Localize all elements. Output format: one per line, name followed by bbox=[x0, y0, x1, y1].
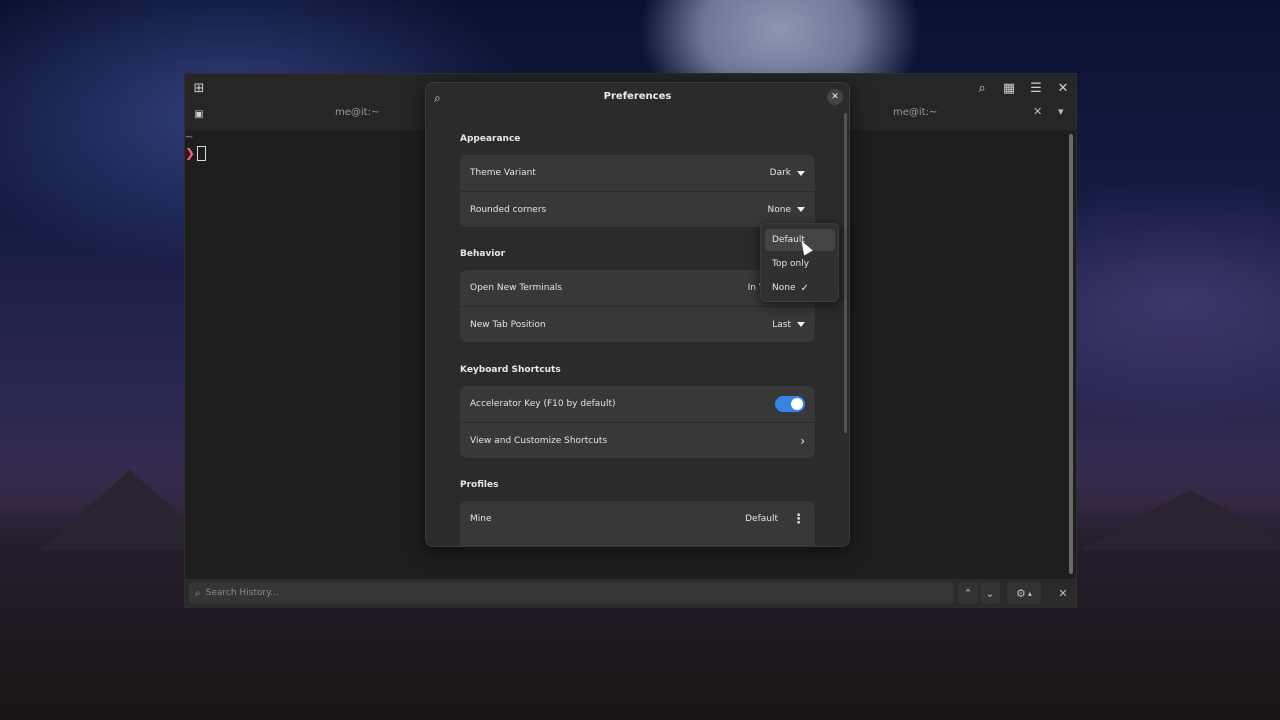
theme-variant-label: Theme Variant bbox=[470, 168, 536, 178]
prompt-arrow: ❯ bbox=[185, 146, 196, 160]
window-close-button[interactable]: ✕ bbox=[1053, 78, 1073, 98]
section-title-keyboard-shortcuts: Keyboard Shortcuts bbox=[460, 365, 561, 375]
terminal-scrollbar[interactable] bbox=[1069, 134, 1073, 574]
search-options-button[interactable]: ⚙ ▴ bbox=[1007, 582, 1041, 604]
rounded-corners-value: None bbox=[767, 204, 791, 215]
history-search-placeholder: Search History... bbox=[205, 588, 279, 598]
theme-variant-dropdown[interactable]: Dark bbox=[770, 168, 805, 178]
toggle-knob bbox=[791, 398, 803, 410]
tab-2-close-icon[interactable]: ✕ bbox=[1033, 105, 1042, 118]
search-button[interactable]: ⌕ bbox=[972, 78, 992, 98]
theme-variant-row[interactable]: Theme Variant Dark bbox=[460, 155, 815, 191]
rounded-corners-popover: Default Top only None ✓ bbox=[760, 223, 839, 302]
profile-row-mine[interactable]: Mine Default ⋮ bbox=[460, 501, 815, 537]
profile-default-badge: Default ⋮ bbox=[745, 512, 805, 527]
search-previous-button[interactable]: ⌃ bbox=[958, 582, 978, 604]
wallpaper-mountain-right bbox=[1080, 490, 1280, 550]
search-next-button[interactable]: ⌄ bbox=[980, 582, 1000, 604]
preferences-scrollbar[interactable] bbox=[844, 113, 847, 433]
caret-up-icon: ▴ bbox=[1027, 588, 1032, 598]
caret-down-icon bbox=[797, 322, 805, 327]
chevron-right-icon: › bbox=[800, 433, 805, 448]
view-shortcuts-label: View and Customize Shortcuts bbox=[470, 435, 608, 446]
keyboard-shortcuts-card: Accelerator Key (F10 by default) View an… bbox=[460, 386, 815, 458]
appearance-card: Theme Variant Dark Rounded corners None bbox=[460, 155, 815, 227]
tab-overview-button[interactable]: ▦ bbox=[999, 78, 1019, 98]
preferences-title: Preferences bbox=[603, 91, 672, 102]
preferences-dialog: ⌕ Preferences ✕ Appearance Theme Variant… bbox=[425, 82, 850, 547]
section-title-behavior: Behavior bbox=[460, 249, 506, 259]
tab-list-chevron-down-icon[interactable]: ▾ bbox=[1058, 105, 1064, 118]
new-tab-position-dropdown[interactable]: Last bbox=[772, 320, 805, 330]
search-icon: ⌕ bbox=[195, 587, 201, 599]
rounded-corners-dropdown[interactable]: None bbox=[768, 205, 805, 215]
main-menu-button[interactable]: ☰ bbox=[1026, 78, 1046, 98]
search-icon: ⌕ bbox=[978, 80, 986, 96]
close-icon: ✕ bbox=[1058, 586, 1068, 600]
open-new-terminals-label: Open New Terminals bbox=[470, 283, 563, 293]
new-tab-position-value: Last bbox=[772, 319, 791, 330]
checkmark-icon: ✓ bbox=[800, 282, 809, 294]
new-tab-button[interactable]: ⊞ bbox=[189, 78, 209, 98]
search-close-button[interactable]: ✕ bbox=[1053, 582, 1073, 604]
caret-down-icon bbox=[797, 207, 805, 212]
prompt-cwd: ~ bbox=[185, 132, 194, 143]
preferences-close-button[interactable]: ✕ bbox=[827, 89, 843, 105]
history-search-bar: ⌕ Search History... ⌃ ⌄ ⚙ ▴ ✕ bbox=[185, 579, 1076, 607]
plus-square-icon: ⊞ bbox=[193, 80, 205, 96]
section-title-profiles: Profiles bbox=[460, 480, 499, 490]
gear-icon: ⚙ bbox=[1016, 586, 1026, 600]
profile-default-label: Default bbox=[745, 514, 778, 524]
accelerator-key-label: Accelerator Key (F10 by default) bbox=[470, 399, 616, 409]
popover-option-top-only[interactable]: Top only bbox=[765, 253, 835, 275]
theme-variant-value: Dark bbox=[769, 168, 791, 178]
rounded-corners-row[interactable]: Rounded corners None bbox=[460, 191, 815, 227]
view-shortcuts-row[interactable]: View and Customize Shortcuts › bbox=[460, 422, 815, 458]
tab-1-title[interactable]: me@it:~ bbox=[335, 107, 379, 118]
profile-name: Mine bbox=[470, 514, 492, 524]
new-tab-position-label: New Tab Position bbox=[470, 319, 546, 330]
chevron-down-icon: ⌄ bbox=[985, 586, 995, 600]
terminal-tab-icon: ▣ bbox=[189, 104, 209, 124]
history-search-input[interactable]: ⌕ Search History... bbox=[189, 582, 954, 604]
kebab-menu-icon[interactable]: ⋮ bbox=[792, 512, 805, 527]
section-title-appearance: Appearance bbox=[460, 134, 521, 144]
terminal-cursor bbox=[197, 146, 206, 161]
terminal-icon: ▣ bbox=[194, 108, 204, 120]
chevron-up-icon: ⌃ bbox=[963, 586, 973, 600]
hamburger-menu-icon: ☰ bbox=[1030, 80, 1042, 96]
accelerator-key-toggle[interactable] bbox=[775, 396, 805, 412]
option-label: None bbox=[772, 283, 796, 293]
rounded-corners-label: Rounded corners bbox=[470, 204, 547, 215]
profiles-card: Mine Default ⋮ bbox=[460, 501, 815, 546]
close-icon: ✕ bbox=[1057, 80, 1069, 96]
caret-down-icon bbox=[797, 170, 805, 176]
close-icon: ✕ bbox=[831, 92, 839, 102]
new-tab-position-row[interactable]: New Tab Position Last bbox=[460, 306, 815, 342]
popover-option-none[interactable]: None ✓ bbox=[765, 277, 835, 299]
accelerator-key-row[interactable]: Accelerator Key (F10 by default) bbox=[460, 386, 815, 422]
option-label: Top only bbox=[772, 259, 810, 269]
tab-2-title[interactable]: me@it:~ bbox=[893, 107, 937, 118]
grid-icon: ▦ bbox=[1002, 80, 1016, 96]
